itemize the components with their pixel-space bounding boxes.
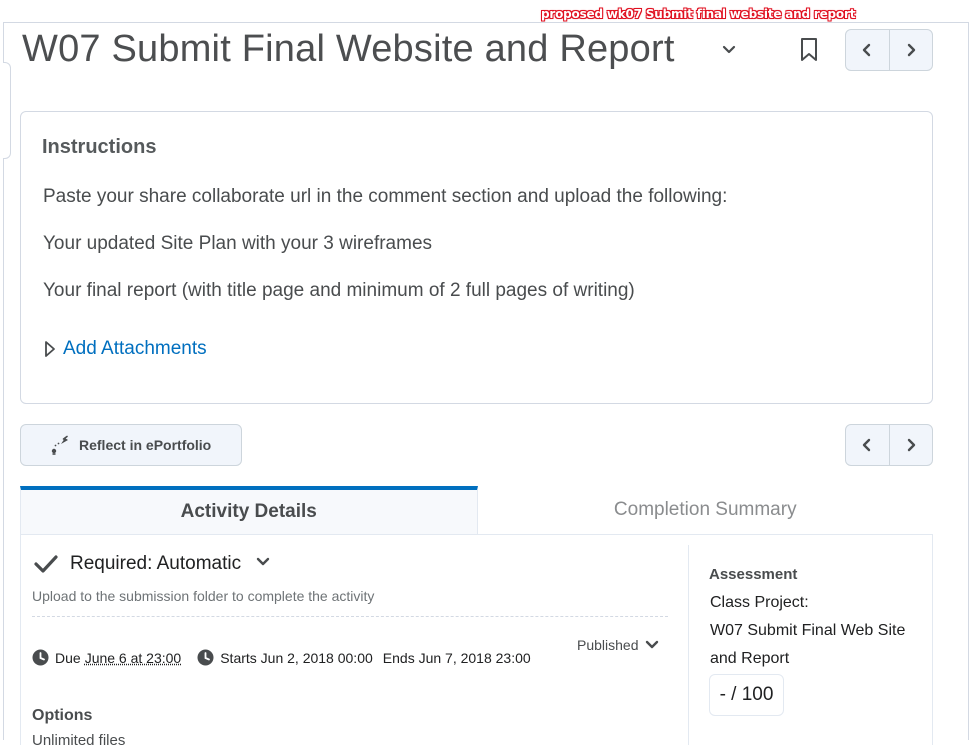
instructions-panel: Instructions Paste your share collaborat… bbox=[20, 111, 933, 404]
divider bbox=[32, 616, 668, 617]
chevron-down-icon bbox=[645, 640, 658, 649]
chevron-left-icon bbox=[863, 43, 871, 57]
page-title: W07 Submit Final Website and Report bbox=[22, 28, 675, 70]
next-topic-button[interactable] bbox=[890, 425, 933, 465]
tab-completion-summary[interactable]: Completion Summary bbox=[478, 486, 934, 534]
instructions-heading: Instructions bbox=[42, 136, 157, 158]
tab-activity-details[interactable]: Activity Details bbox=[20, 486, 478, 534]
published-label: Published bbox=[577, 637, 639, 653]
assessment-line: and Report bbox=[710, 650, 790, 667]
start-date: Starts Jun 2, 2018 00:00 bbox=[220, 649, 373, 666]
eportfolio-icon bbox=[51, 435, 68, 455]
requirement-chevron-down-icon[interactable] bbox=[255, 555, 271, 573]
next-topic-button[interactable] bbox=[890, 30, 933, 70]
activity-tabs: Activity Details Completion Summary bbox=[20, 486, 933, 535]
assessment-line: Class Project: bbox=[710, 594, 809, 611]
top-topic-navigation bbox=[845, 29, 933, 71]
bookmark-icon[interactable] bbox=[799, 37, 819, 63]
options-value: Unlimited files bbox=[32, 732, 126, 749]
instruction-line: Paste your share collaborate url in the … bbox=[43, 186, 728, 207]
checkmark-icon bbox=[34, 555, 58, 573]
requirement-description: Upload to the submission folder to compl… bbox=[32, 588, 375, 604]
instruction-line: Your updated Site Plan with your 3 wiref… bbox=[43, 233, 433, 254]
activity-details-panel: Required: Automatic Upload to the submis… bbox=[20, 535, 933, 749]
score-box: - / 100 bbox=[709, 674, 784, 716]
reflect-button-label: Reflect in ePortfolio bbox=[79, 437, 212, 453]
availability-dates: Due June 6 at 23:00 Starts Jun 2, 2018 0… bbox=[32, 649, 531, 666]
due-prefix: Due bbox=[55, 649, 81, 666]
add-attachments-link[interactable]: Add Attachments bbox=[63, 338, 207, 360]
options-heading: Options bbox=[32, 707, 93, 724]
title-menu-chevron-icon[interactable] bbox=[720, 40, 738, 58]
clock-icon bbox=[32, 649, 49, 666]
completion-requirement: Required: Automatic bbox=[34, 553, 271, 575]
chevron-left-icon bbox=[863, 438, 871, 452]
previous-topic-button[interactable] bbox=[846, 425, 890, 465]
clock-icon bbox=[197, 649, 214, 666]
assessment-heading: Assessment bbox=[709, 566, 798, 583]
add-attachments-toggle[interactable]: Add Attachments bbox=[43, 338, 207, 360]
instruction-line: Your final report (with title page and m… bbox=[43, 280, 635, 301]
triangle-right-icon bbox=[45, 341, 55, 357]
published-dropdown[interactable]: Published bbox=[577, 637, 659, 653]
previous-topic-button[interactable] bbox=[846, 30, 890, 70]
reflect-in-eportfolio-button[interactable]: Reflect in ePortfolio bbox=[20, 424, 242, 466]
chevron-right-icon bbox=[907, 43, 915, 57]
requirement-label: Required: Automatic bbox=[70, 553, 242, 574]
end-date: Ends Jun 7, 2018 23:00 bbox=[382, 649, 531, 666]
left-panel-handle[interactable] bbox=[3, 62, 11, 159]
annotation-label: proposed wk07 Submit final website and r… bbox=[541, 7, 856, 21]
bottom-topic-navigation bbox=[845, 424, 933, 466]
due-date: June 6 at 23:00 bbox=[84, 649, 182, 666]
assessment-line: W07 Submit Final Web Site bbox=[710, 622, 906, 639]
chevron-right-icon bbox=[907, 438, 915, 452]
column-divider bbox=[688, 545, 689, 745]
